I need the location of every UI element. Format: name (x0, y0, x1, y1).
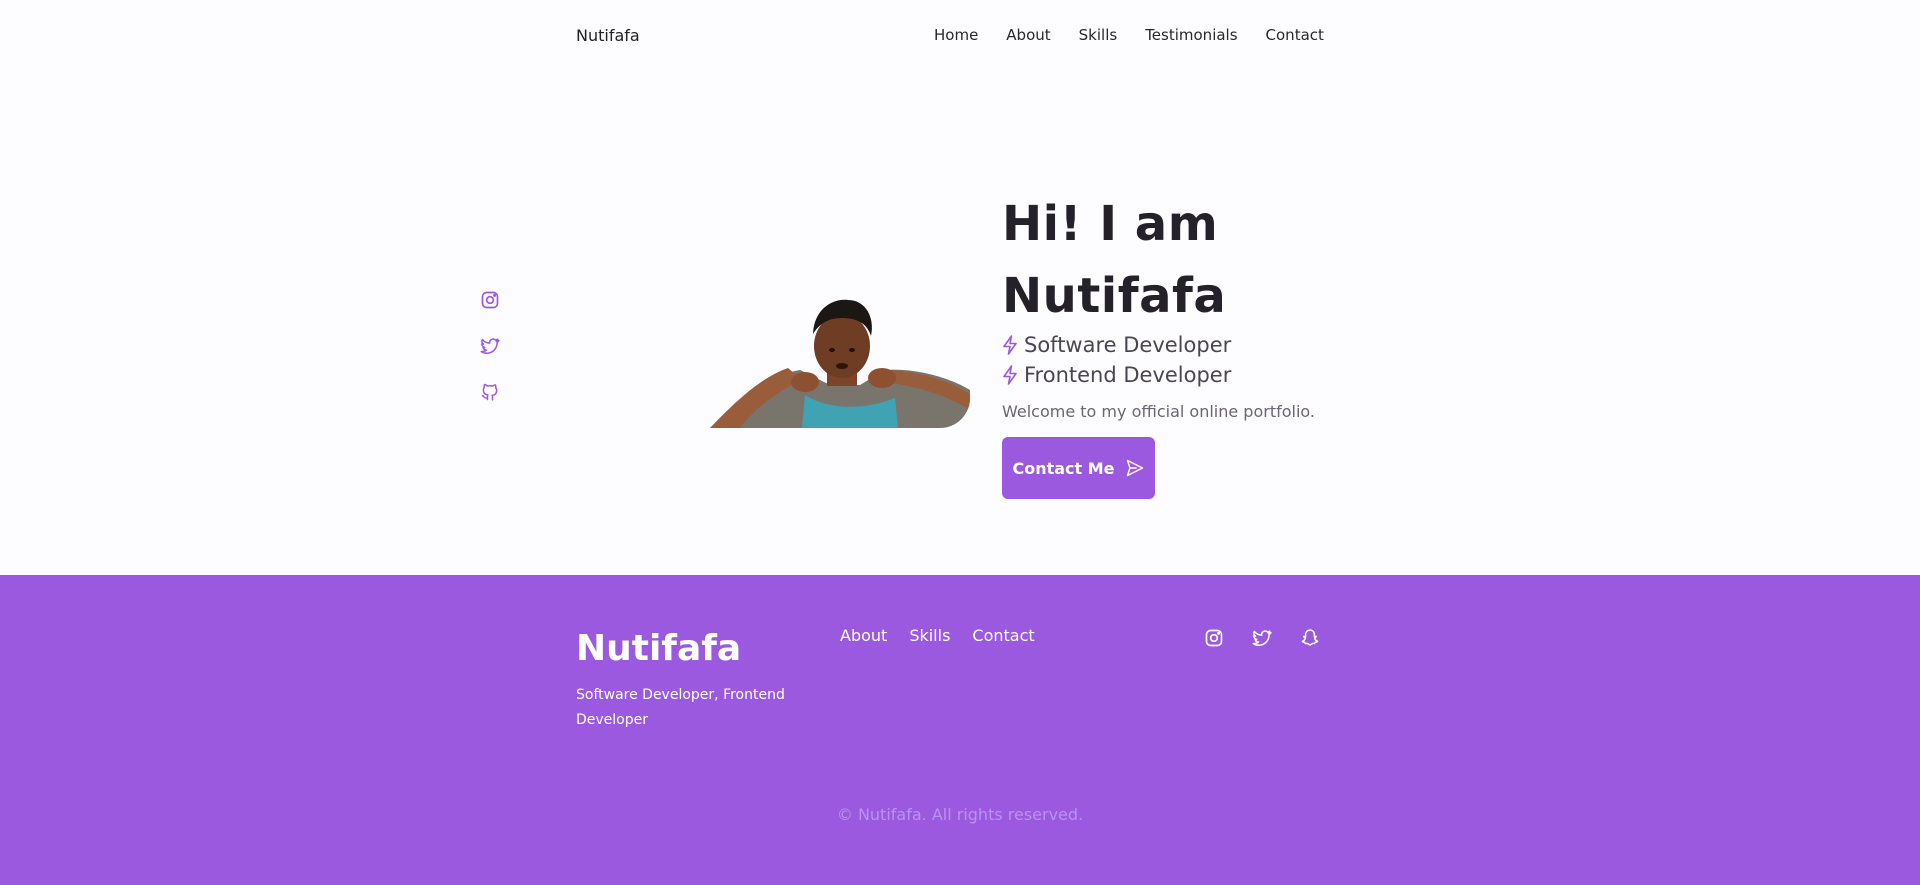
hero-title-line1: Hi! I am (1002, 196, 1219, 252)
nav-skills[interactable]: Skills (1079, 26, 1118, 44)
twitter-icon[interactable] (1252, 628, 1272, 648)
role-item: Software Developer (1002, 330, 1231, 360)
profile-photo (710, 290, 970, 428)
hero-title-name: Nutifafa (1002, 268, 1227, 324)
twitter-icon[interactable] (480, 336, 500, 356)
welcome-text: Welcome to my official online portfolio. (1002, 402, 1315, 421)
instagram-icon[interactable] (480, 290, 500, 310)
nav-home[interactable]: Home (934, 26, 978, 44)
contact-me-button[interactable]: Contact Me (1002, 437, 1155, 499)
instagram-icon[interactable] (1204, 628, 1224, 648)
footer-link-skills[interactable]: Skills (909, 626, 950, 645)
role-label: Frontend Developer (1024, 363, 1232, 387)
hero-title: Hi! I am Nutifafa (1002, 188, 1362, 332)
footer-link-about[interactable]: About (840, 626, 887, 645)
github-icon[interactable] (480, 382, 500, 402)
snapchat-icon[interactable] (1300, 628, 1320, 648)
main-nav: Home About Skills Testimonials Contact (934, 26, 1324, 44)
lightning-icon (1003, 335, 1017, 355)
site-header: Nutifafa Home About Skills Testimonials … (0, 0, 1920, 72)
footer-nav: About Skills Contact (840, 626, 1035, 645)
footer-social-links (1204, 628, 1320, 648)
footer-link-contact[interactable]: Contact (972, 626, 1034, 645)
copyright-text: © Nutifafa. All rights reserved. (836, 805, 1084, 824)
lightning-icon (1003, 365, 1017, 385)
site-logo[interactable]: Nutifafa (576, 26, 640, 45)
hero-social-links (480, 290, 500, 402)
nav-testimonials[interactable]: Testimonials (1145, 26, 1237, 44)
contact-me-label: Contact Me (1012, 458, 1115, 478)
footer-tagline: Software Developer, Frontend Developer (576, 687, 785, 728)
send-icon (1126, 459, 1143, 477)
site-footer: Nutifafa Software Developer, Frontend De… (0, 575, 1920, 885)
nav-about[interactable]: About (1006, 26, 1050, 44)
role-item: Frontend Developer (1002, 360, 1231, 390)
hero-roles: Software Developer Frontend Developer (1002, 330, 1231, 390)
footer-brand: Nutifafa (576, 628, 742, 669)
nav-contact[interactable]: Contact (1266, 26, 1324, 44)
role-label: Software Developer (1024, 333, 1232, 357)
